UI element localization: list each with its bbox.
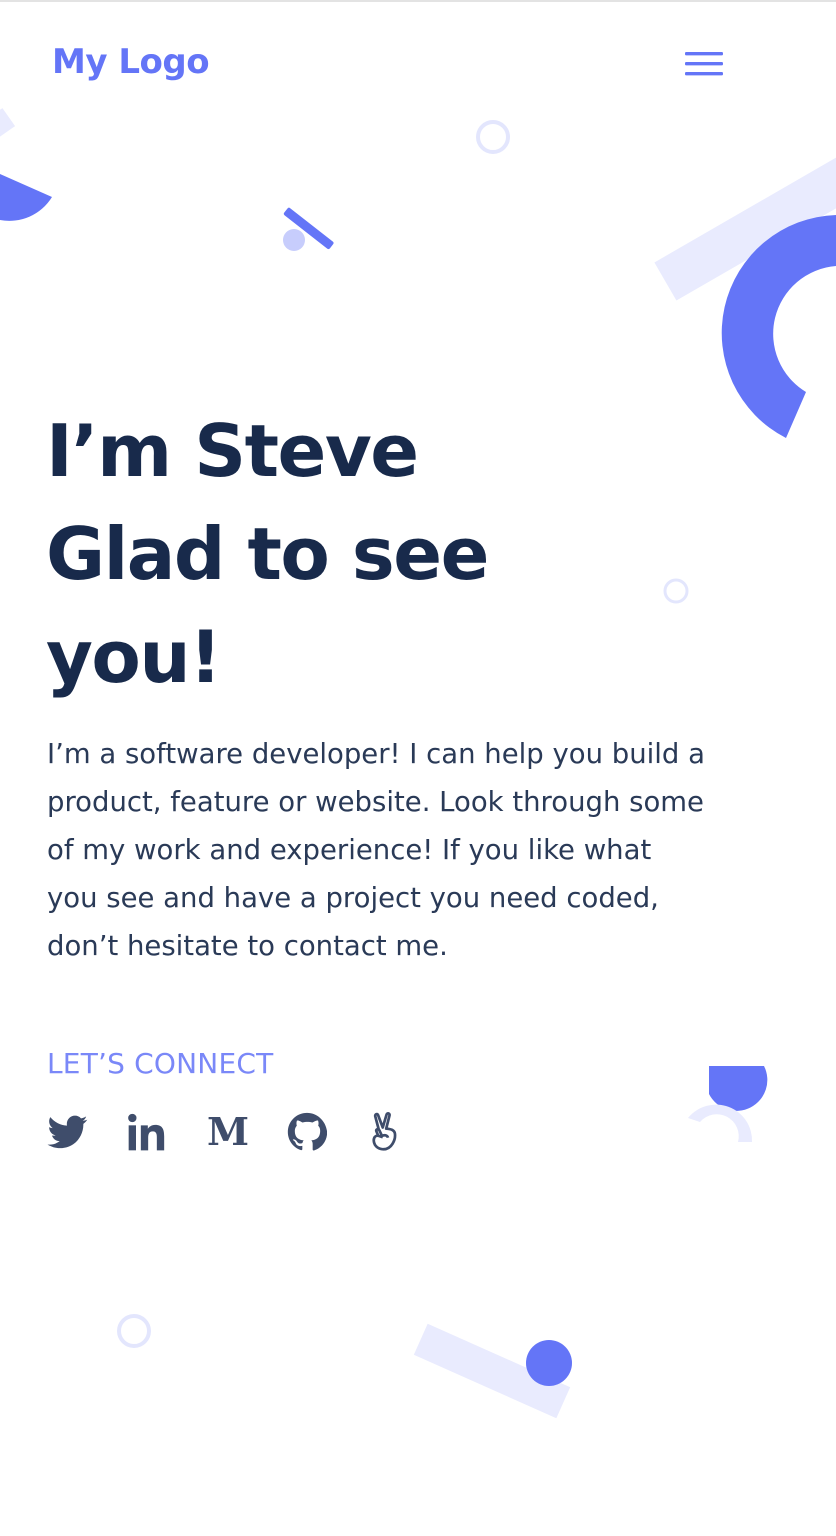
twitter-icon (47, 1115, 88, 1149)
hero-title-line-1: I’m Steve (46, 409, 419, 493)
angellist-icon (372, 1112, 397, 1151)
hero-title: I’m Steve Glad to see you! (46, 400, 489, 709)
medium-icon: M (207, 1112, 249, 1152)
hero-intro-text: I’m a software developer! I can help you… (47, 738, 705, 962)
hero-title-line-2: Glad to see (46, 512, 489, 596)
deco-bar-top-left (0, 108, 16, 150)
linkedin-icon (128, 1113, 165, 1151)
social-links: M (47, 1110, 447, 1154)
deco-ring-bottom (117, 1314, 151, 1348)
logo-link[interactable]: My Logo (52, 40, 210, 84)
medium-link[interactable]: M (207, 1110, 287, 1154)
deco-stick (283, 207, 334, 249)
deco-bar-right (654, 147, 836, 301)
connect-label: LET’S CONNECT (47, 1047, 274, 1080)
deco-arc-right (721, 215, 836, 438)
angellist-link[interactable] (367, 1110, 447, 1154)
svg-text:M: M (207, 1112, 249, 1152)
deco-dot-bottom (526, 1340, 572, 1386)
deco-arc-light-right (688, 1104, 753, 1142)
deco-ring-mid (663, 578, 689, 604)
github-icon (287, 1112, 327, 1151)
deco-ring-top (476, 120, 510, 154)
github-link[interactable] (287, 1110, 367, 1154)
linkedin-link[interactable] (127, 1110, 207, 1154)
page: My Logo I’m Steve Glad to see you! I’m a… (0, 0, 836, 1536)
menu-button[interactable] (680, 44, 728, 84)
deco-half-circle-top-left (0, 174, 52, 221)
deco-dot-small (283, 229, 305, 251)
deco-bar-bottom (413, 1323, 571, 1419)
hero-title-line-3: you! (46, 615, 222, 699)
deco-half-circle-right (709, 1066, 768, 1111)
hamburger-menu-icon (685, 52, 723, 76)
twitter-link[interactable] (47, 1110, 127, 1154)
